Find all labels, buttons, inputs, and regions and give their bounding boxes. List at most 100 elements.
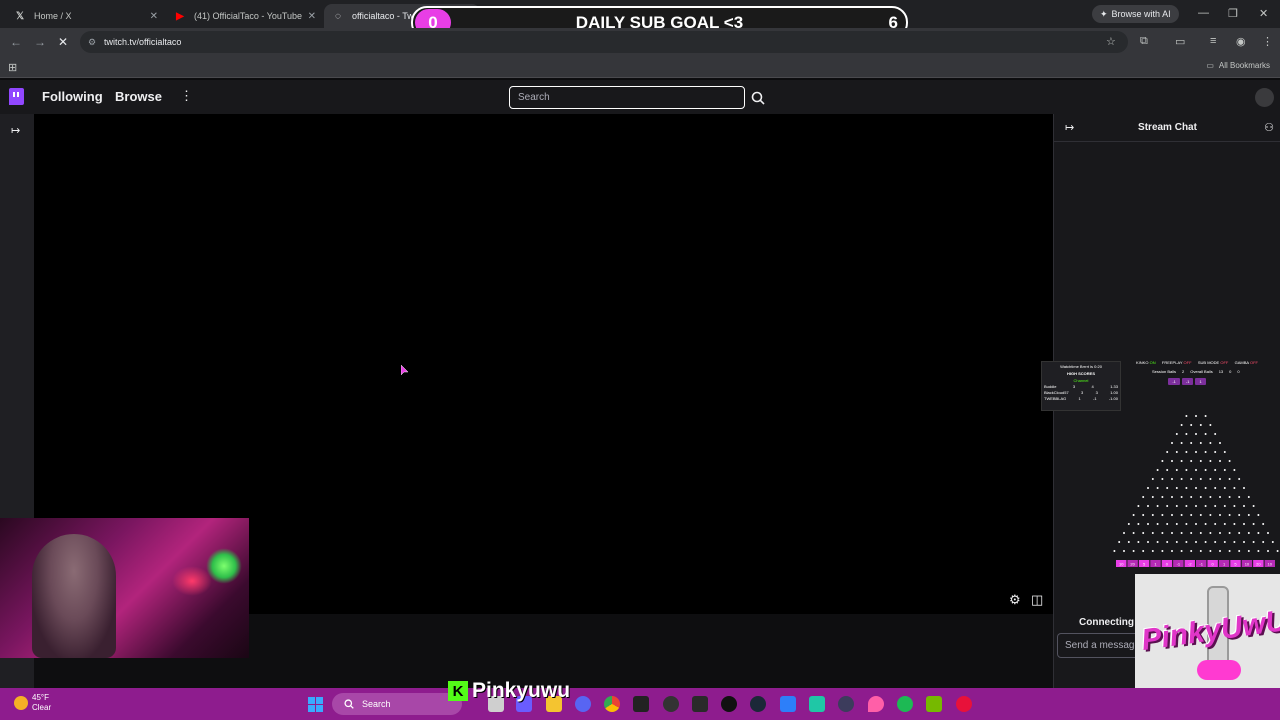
apps-grid-icon[interactable]: ⊞ xyxy=(8,61,17,74)
plinko-peg xyxy=(1214,469,1217,471)
plinko-peg xyxy=(1166,469,1169,471)
plinko-peg xyxy=(1151,478,1154,480)
forward-icon[interactable]: → xyxy=(34,35,46,49)
plinko-peg xyxy=(1142,550,1145,552)
tab-x[interactable]: 𝕏 Home / X ✕ xyxy=(6,4,164,28)
expand-sidebar-icon[interactable]: ↦ xyxy=(11,124,20,137)
windows-start-icon[interactable] xyxy=(308,697,323,712)
app-icon[interactable] xyxy=(838,696,854,712)
menu-icon[interactable]: ⋮ xyxy=(1262,35,1273,48)
plinko-peg xyxy=(1214,505,1217,507)
bookmark-star-icon[interactable]: ☆ xyxy=(1106,35,1116,48)
plinko-peg xyxy=(1127,541,1130,543)
nvidia-icon[interactable] xyxy=(926,696,942,712)
app-icon[interactable] xyxy=(956,696,972,712)
plinko-peg xyxy=(1166,451,1169,453)
chat-title: Stream Chat xyxy=(1138,122,1197,133)
app-icon[interactable] xyxy=(809,696,825,712)
tab-youtube[interactable]: ▶ (41) OfficialTaco - YouTube ✕ xyxy=(166,4,322,28)
plinko-slot-value: 10 xyxy=(1245,562,1250,567)
plinko-peg xyxy=(1171,532,1173,534)
back-icon[interactable]: ← xyxy=(10,35,22,49)
app-icon[interactable] xyxy=(633,696,649,712)
avatar[interactable] xyxy=(1255,88,1274,107)
theatre-mode-icon[interactable]: ◫ xyxy=(1031,592,1043,608)
taskbar-search[interactable]: Search xyxy=(332,693,462,715)
discord-icon[interactable] xyxy=(575,696,591,712)
mode-kinko: KINKO ON xyxy=(1136,360,1156,365)
weather-widget[interactable]: 45°F Clear xyxy=(14,693,51,713)
nav-following[interactable]: Following xyxy=(42,89,103,104)
plinko-peg xyxy=(1243,541,1245,543)
chrome-icon[interactable] xyxy=(604,696,620,712)
maximize-icon[interactable]: ❐ xyxy=(1228,7,1238,20)
plinko-peg xyxy=(1195,541,1197,543)
tab-title: Home / X xyxy=(34,11,72,21)
plinko-peg xyxy=(1151,496,1154,498)
profile-icon[interactable]: ◉ xyxy=(1236,35,1246,48)
minimize-icon[interactable]: — xyxy=(1198,7,1209,19)
plinko-peg xyxy=(1185,505,1188,507)
media-icon[interactable]: ≡ xyxy=(1210,35,1216,47)
plinko-peg xyxy=(1190,532,1193,534)
steam-icon[interactable] xyxy=(750,696,766,712)
stop-loading-icon[interactable]: ✕ xyxy=(58,35,68,49)
search-button[interactable] xyxy=(747,86,769,109)
browse-with-ai-button[interactable]: ✦ Browse with AI xyxy=(1092,5,1179,23)
app-icon[interactable] xyxy=(780,696,796,712)
all-bookmarks-label: All Bookmarks xyxy=(1218,61,1270,70)
plinko-peg xyxy=(1219,550,1221,552)
mode-state: ON xyxy=(1149,360,1156,365)
plinko-peg xyxy=(1252,523,1255,525)
plinko-peg xyxy=(1199,532,1202,534)
plinko-peg xyxy=(1209,424,1212,426)
plinko-peg xyxy=(1199,442,1202,444)
plinko-peg xyxy=(1223,451,1226,453)
loading-icon: ◌ xyxy=(335,10,341,22)
plinko-peg xyxy=(1156,541,1159,543)
users-icon[interactable]: ⚇ xyxy=(1264,121,1274,134)
mode-row: KINKO ON FREEPLAY OFF SUB MODE OFF GAMBA… xyxy=(1136,360,1258,365)
plinko-slot-value: 10 xyxy=(1268,562,1273,567)
obs-icon[interactable] xyxy=(663,696,679,712)
all-bookmarks-button[interactable]: ▭ All Bookmarks xyxy=(1206,61,1270,70)
close-window-icon[interactable]: ✕ xyxy=(1259,7,1268,20)
cast-icon[interactable]: ▭ xyxy=(1175,35,1185,48)
plinko-peg xyxy=(1180,424,1183,426)
plinko-peg xyxy=(1161,550,1164,552)
plinko-peg xyxy=(1209,478,1212,480)
plinko-peg xyxy=(1171,442,1173,444)
plinko-peg xyxy=(1137,541,1140,543)
search-input[interactable]: Search xyxy=(509,86,745,109)
plinko-peg xyxy=(1228,496,1231,498)
plinko-peg xyxy=(1228,478,1231,480)
app-icon[interactable] xyxy=(868,696,884,712)
plinko-peg xyxy=(1190,550,1193,552)
sparkle-icon: ✦ xyxy=(1100,8,1108,19)
plinko-peg xyxy=(1195,469,1197,471)
score-c: -1.00 xyxy=(1108,396,1118,401)
settings-gear-icon[interactable]: ⚙ xyxy=(1009,592,1021,608)
plinko-peg xyxy=(1238,514,1241,516)
plinko-peg xyxy=(1262,523,1265,525)
close-icon[interactable]: ✕ xyxy=(308,11,316,22)
twitch-logo-icon[interactable] xyxy=(9,88,24,105)
address-bar[interactable]: ⚙ twitch.tv/officialtaco xyxy=(80,31,1128,53)
close-icon[interactable]: ✕ xyxy=(150,11,158,22)
plinko-peg xyxy=(1209,460,1212,462)
site-info-icon[interactable]: ⚙ xyxy=(88,37,98,47)
nav-browse[interactable]: Browse xyxy=(115,89,162,104)
plinko-peg xyxy=(1142,532,1145,534)
plinko-peg xyxy=(1185,433,1188,435)
plinko-peg xyxy=(1209,532,1212,534)
app-icon[interactable] xyxy=(721,696,737,712)
plinko-peg xyxy=(1175,541,1178,543)
plinko-peg xyxy=(1190,460,1193,462)
score-b: 3 xyxy=(1095,390,1098,395)
epic-games-icon[interactable] xyxy=(692,696,708,712)
extensions-icon[interactable]: ⧉ xyxy=(1140,35,1148,48)
mode-submode: SUB MODE OFF xyxy=(1198,360,1228,365)
plinko-peg xyxy=(1233,469,1236,471)
spotify-icon[interactable] xyxy=(897,696,913,712)
more-menu-icon[interactable]: ⋮ xyxy=(180,88,193,104)
